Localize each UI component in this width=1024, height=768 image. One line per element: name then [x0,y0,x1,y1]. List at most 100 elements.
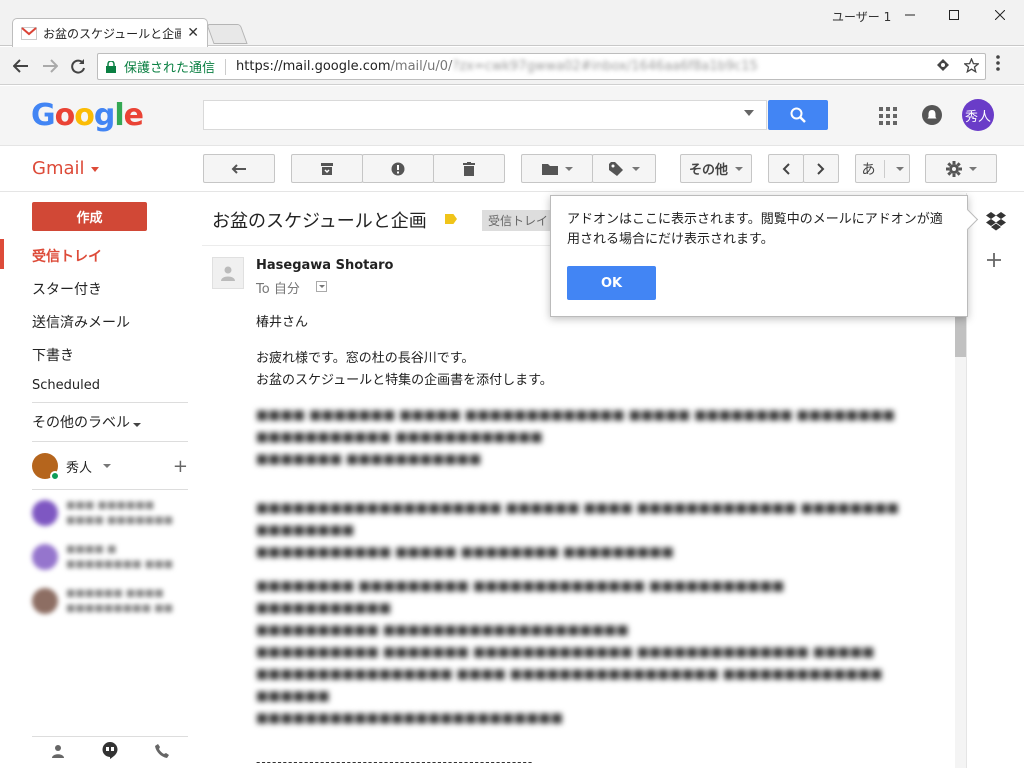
blurred-body-text: ■■■■ ■■■■■■■ ■■■■■ ■■■■■■■■■■■■■ ■■■■■ ■… [256,408,895,467]
gmail-favicon-icon [21,26,37,40]
spam-icon [391,162,405,175]
hangouts-avatar [32,453,60,481]
older-button[interactable] [803,154,839,183]
hangouts-user-name: 秀人 [66,460,93,476]
popup-message: アドオンはここに表示されます。閲覧中のメールにアドオンが適用される場合にだけ表示… [567,212,943,247]
chevron-right-icon [817,162,825,175]
back-arrow-icon [231,163,246,174]
nav-item-starred[interactable]: スター付き [32,279,102,299]
move-to-button[interactable] [521,154,593,183]
nav-item-sent[interactable]: 送信済みメール [32,312,130,332]
gear-icon [945,160,962,177]
reload-icon[interactable] [66,54,90,78]
url-path: /mail/u/0/ [390,59,453,74]
new-tab-button[interactable] [206,24,248,44]
show-details-icon[interactable] [316,281,327,292]
browser-toolbar: 保護された通信 https://mail.google.com /mail/u/… [0,47,1024,85]
browser-tab[interactable]: お盆のスケジュールと企画 - t ✕ [12,18,208,47]
forward-icon[interactable] [38,54,62,78]
report-spam-button[interactable] [362,154,434,183]
hangouts-contact[interactable]: ■■■■ ■ ■■■■■■■■ ■■■ [32,539,188,575]
scrollbar-thumb[interactable] [955,313,966,357]
body-line: お疲れ様です。窓の杜の長谷川です。 [256,351,475,366]
recipient-line: To 自分 [256,282,300,297]
important-marker-icon[interactable] [445,214,457,224]
settings-button[interactable] [925,154,997,183]
message-scrollbar[interactable] [955,313,966,768]
browser-menu-icon[interactable] [996,55,1000,76]
bookmark-star-icon[interactable] [963,57,980,77]
chevron-left-icon [782,162,790,175]
nav-item-scheduled[interactable]: Scheduled [32,378,100,393]
phone-icon[interactable] [155,743,170,762]
newer-button[interactable] [768,154,804,183]
back-to-inbox-button[interactable] [203,154,275,183]
sender-avatar[interactable] [212,257,244,289]
google-logo[interactable]: Google [31,98,144,133]
minimize-icon[interactable] [888,4,932,26]
tab-close-icon[interactable]: ✕ [187,25,199,41]
browser-titlebar: お盆のスケジュールと企画 - t ✕ ユーザー 1 [0,0,1024,47]
input-tools-button[interactable]: あ [855,154,910,183]
lock-icon [106,60,116,73]
body-greeting: 椿井さん [256,315,309,330]
nav-divider [32,441,188,442]
hangouts-user[interactable]: 秀人 + [32,451,188,481]
folder-icon [541,163,558,175]
gmail-header: Google 秀人 [0,86,1024,146]
back-icon[interactable] [9,54,33,78]
address-separator [225,58,227,75]
signature-divider: ----------------------------------------… [256,755,534,768]
maximize-icon[interactable] [932,4,976,26]
tab-title: お盆のスケジュールと企画 - t [43,26,182,41]
contacts-icon[interactable] [51,744,65,762]
online-status-icon [50,471,60,481]
trash-icon [463,161,475,176]
browser-user-label[interactable]: ユーザー 1 [832,8,891,25]
label-icon [608,161,623,176]
input-tools-label: あ [861,161,876,178]
address-bar[interactable]: 保護された通信 https://mail.google.com /mail/u/… [97,53,986,80]
search-icon [790,107,806,123]
addon-sidebar [966,193,1024,768]
notifications-icon[interactable] [922,105,942,125]
archive-button[interactable] [291,154,363,183]
more-button[interactable]: その他 [680,154,752,183]
search-input[interactable] [203,100,767,130]
search-button[interactable] [768,100,828,130]
message-subject: お盆のスケジュールと企画 [212,211,427,232]
apps-grid-icon[interactable] [879,107,897,125]
hangouts-icon[interactable] [102,741,118,764]
popup-ok-button[interactable]: OK [567,266,656,300]
body-line: お盆のスケジュールと特集の企画書を添付します。 [256,373,553,388]
secure-label: 保護された通信 [124,61,216,76]
hangouts-bottom-bar [32,736,188,768]
close-window-icon[interactable] [978,4,1022,26]
compose-button[interactable]: 作成 [32,202,147,231]
labels-button[interactable] [592,154,656,183]
archive-icon [321,162,333,175]
add-contact-icon[interactable]: + [173,456,188,477]
addon-info-popup: アドオンはここに表示されます。閲覧中のメールにアドオンが適用される場合にだけ表示… [550,195,968,317]
extension-icon[interactable] [936,58,950,77]
blurred-body-text: ■■■■■■■■ ■■■■■■■■■ ■■■■■■■■■■■■■■ ■■■■■■… [256,579,883,726]
account-avatar[interactable]: 秀人 [962,99,994,131]
active-nav-indicator [0,239,4,269]
person-icon [221,266,235,281]
nav-item-more-labels[interactable]: その他のラベル [32,412,141,432]
inbox-label-chip[interactable]: 受信トレイ [482,210,555,231]
nav-divider [32,489,188,490]
sender-name[interactable]: Hasegawa Shotaro [256,258,393,273]
gmail-app-switcher[interactable]: Gmail [32,158,99,179]
delete-button[interactable] [433,154,505,183]
get-addons-icon[interactable] [987,248,1001,273]
url-query: ?zx=cwk97gwwa02#inbox/1646aa6f8a1b9c15 [452,59,758,74]
search-options-icon[interactable] [744,110,754,116]
hangouts-contact[interactable]: ■■■■■■ ■■■■ ■■■■■■■■■ ■■ [32,583,188,619]
nav-divider [32,402,188,403]
hangouts-contact[interactable]: ■■■ ■■■■■■ ■■■■ ■■■■■■■ [32,495,188,531]
dropbox-icon[interactable] [985,211,1007,231]
nav-item-inbox[interactable]: 受信トレイ [32,246,102,266]
nav-item-drafts[interactable]: 下書き [32,345,74,365]
blurred-body-text: ■■■■■■■■■■■■■■■■■■■■ ■■■■■■ ■■■■ ■■■■■■■… [256,501,899,560]
